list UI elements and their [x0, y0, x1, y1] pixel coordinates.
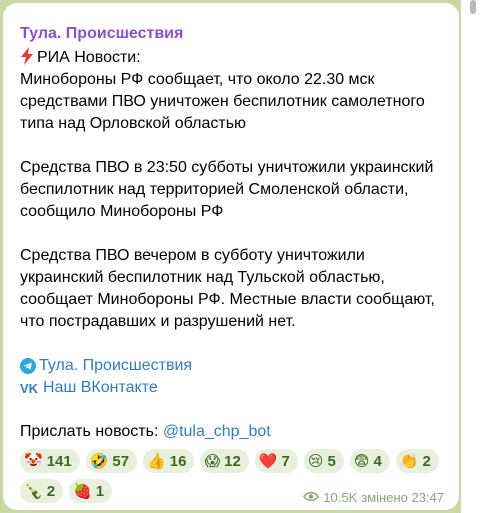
clapping-icon: 👏 — [399, 452, 419, 470]
reaction-scream[interactable]: 😱 12 — [200, 449, 249, 473]
reaction-crying[interactable]: 😢 5 — [303, 449, 344, 473]
vk-link-label[interactable]: Наш ВКонтакте — [43, 377, 158, 399]
telegram-icon — [20, 358, 36, 374]
reaction-champagne[interactable]: 🍾 2 — [20, 479, 64, 503]
message-bubble: Тула. Происшествия РИА Новости: Миноборо… — [3, 3, 459, 510]
reaction-count: 12 — [224, 452, 241, 470]
paragraph-3: Средства ПВО вечером в субботу уничтожил… — [20, 247, 435, 330]
source-line: РИА Новости: — [20, 47, 450, 69]
reaction-strawberry[interactable]: 🍓 1 — [69, 479, 113, 503]
champagne-icon: 🍾 — [24, 482, 43, 500]
edited-timestamp: змінено 23:47 — [361, 490, 444, 505]
crying-face-icon: 😢 — [307, 452, 324, 470]
telegram-link[interactable]: Тула. Происшествия — [20, 355, 450, 377]
reaction-clapping[interactable]: 👏 2 — [395, 449, 439, 473]
message-meta: 10.5K змінено 23:47 — [303, 490, 444, 505]
svg-text:VK: VK — [20, 381, 39, 395]
clown-face-icon: 🤡 — [24, 452, 43, 470]
reaction-count: 5 — [327, 452, 336, 470]
reaction-count: 2 — [422, 452, 431, 470]
reaction-count: 16 — [169, 452, 187, 470]
paragraph-2: Средства ПВО в 23:50 субботы уничтожили … — [20, 159, 434, 220]
view-count: 10.5K — [323, 490, 358, 505]
vk-link[interactable]: VK Наш ВКонтакте — [20, 377, 450, 399]
reaction-count: 1 — [95, 482, 105, 500]
submit-news-label: Прислать новость: — [20, 423, 163, 440]
vk-icon: VK — [20, 381, 40, 395]
source-label: РИА Новости: — [37, 49, 141, 66]
channel-title[interactable]: Тула. Происшествия — [20, 25, 183, 43]
telegram-link-label[interactable]: Тула. Происшествия — [39, 355, 192, 377]
thumbs-up-icon: 👍 — [147, 452, 166, 470]
strawberry-icon: 🍓 — [73, 482, 92, 500]
eye-icon — [303, 490, 320, 505]
scream-icon: 😱 — [204, 452, 221, 470]
scrollbar-thumb[interactable] — [470, 0, 476, 14]
bot-link[interactable]: @tula_chp_bot — [163, 423, 271, 440]
reaction-count: 7 — [281, 452, 290, 470]
rofl-icon: 🤣 — [89, 452, 109, 470]
message-text: РИА Новости: Минобороны РФ сообщает, что… — [20, 47, 450, 443]
reaction-count: 57 — [112, 452, 130, 470]
heart-icon: ❤️ — [258, 452, 278, 470]
reaction-clown[interactable]: 🤡 141 — [20, 449, 80, 473]
reaction-count: 141 — [46, 452, 72, 470]
reaction-rofl[interactable]: 🤣 57 — [85, 449, 138, 473]
reaction-fearful[interactable]: 😨 4 — [349, 449, 390, 473]
reaction-thumbs-up[interactable]: 👍 16 — [143, 449, 195, 473]
reaction-heart[interactable]: ❤️ 7 — [254, 449, 298, 473]
lightning-icon — [20, 47, 34, 65]
paragraph-1: Минобороны РФ сообщает, что около 22.30 … — [20, 71, 425, 132]
scrollbar[interactable] — [461, 0, 481, 513]
submit-news-line: Прислать новость: @tula_chp_bot — [20, 421, 450, 443]
reaction-count: 2 — [46, 482, 56, 500]
reaction-count: 4 — [373, 452, 382, 470]
fearful-face-icon: 😨 — [353, 452, 370, 470]
